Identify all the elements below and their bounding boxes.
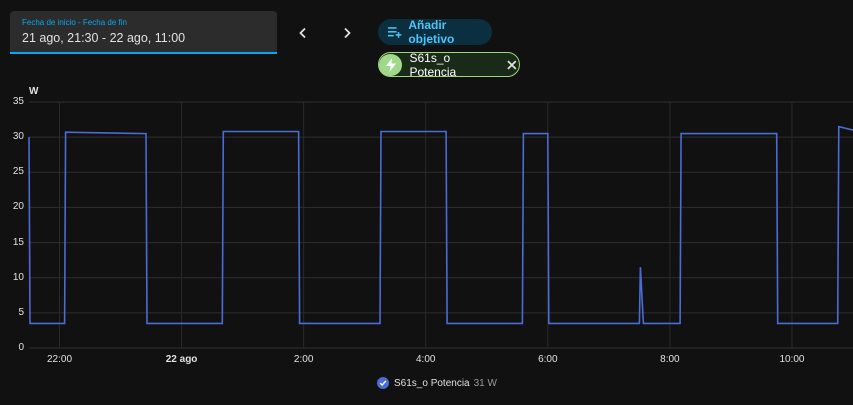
legend-check-icon[interactable] (377, 377, 389, 389)
legend-current-value: 31 W (473, 377, 497, 389)
legend-series-name: S61s_o Potencia (394, 377, 470, 389)
power-chart (28, 101, 853, 349)
chart-legend[interactable]: S61s_o Potencia 31 W (377, 377, 497, 389)
series-line-s61s-o-potencia (28, 125, 853, 325)
